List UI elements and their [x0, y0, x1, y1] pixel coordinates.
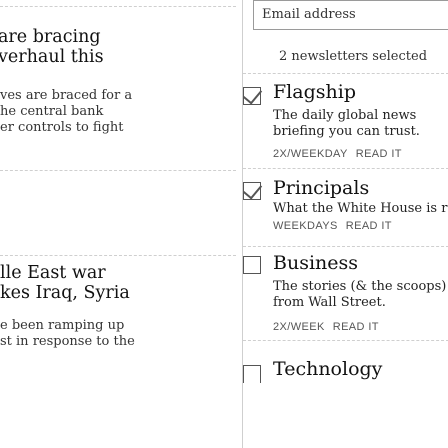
flagship-checkbox[interactable] [243, 87, 261, 105]
business-checkbox[interactable] [243, 256, 261, 274]
read-it-link[interactable]: READ IT [333, 321, 379, 333]
newsletter-description: The stories (& the scoops) from Wall Str… [273, 279, 447, 310]
email-field[interactable]: Email address [253, 0, 448, 30]
newsletter-meta: 2X/WEEKDAY READ IT [273, 148, 402, 160]
story-1-headline-line-2[interactable]: verhaul this [0, 47, 242, 67]
newsletter-frequency: WEEKDAYS [273, 220, 338, 232]
story-4-line-2: st in response to the [0, 334, 135, 349]
divider [243, 246, 448, 247]
newsletter-name[interactable]: Flagship [273, 81, 356, 103]
technology-checkbox[interactable] [243, 365, 261, 383]
story-1[interactable]: are bracing verhaul this [0, 27, 242, 67]
article-column: are bracing verhaul this ves are braced … [0, 0, 242, 448]
story-2-line-3: er controls to fight [0, 120, 124, 135]
divider [0, 6, 236, 7]
divider [0, 170, 236, 171]
newsletter-name[interactable]: Principals [273, 177, 369, 199]
story-3-headline-line-2[interactable]: kes Iraq, Syria [0, 283, 242, 303]
newsletter-meta: WEEKDAYS READ IT [273, 220, 392, 232]
newsletter-description: The daily global news briefing you can t… [273, 108, 420, 139]
story-3-headline-line-1[interactable]: lle East war [0, 263, 242, 283]
read-it-link[interactable]: READ IT [356, 148, 402, 160]
story-1-headline-line-1[interactable]: are bracing [0, 27, 242, 47]
newsletter-meta: 2X/WEEK READ IT [273, 321, 379, 333]
newsletter-name[interactable]: Technology [273, 358, 382, 380]
selected-count-status: 2 newsletters selected [279, 49, 428, 64]
newsletter-description: What the White House is reading. [273, 201, 448, 216]
story-2-line-2: he central bank [0, 104, 104, 119]
newsletter-frequency: 2X/WEEK [273, 321, 325, 333]
divider [243, 73, 448, 74]
story-4[interactable]: e been ramping up st in response to the [0, 318, 242, 350]
read-it-link[interactable]: READ IT [346, 220, 392, 232]
newsletter-frequency: 2X/WEEKDAY [273, 148, 348, 160]
divider [243, 340, 448, 341]
principals-checkbox[interactable] [243, 182, 261, 200]
divider [243, 168, 448, 169]
story-4-line-1: e been ramping up [0, 318, 125, 333]
newsletter-signup-panel: Email address 2 newsletters selected Fla… [242, 0, 448, 448]
story-2-line-1: ves are braced for a [0, 88, 133, 103]
story-2[interactable]: ves are braced for a he central bank er … [0, 88, 242, 136]
divider [0, 255, 236, 256]
newsletter-name[interactable]: Business [273, 252, 358, 274]
story-3[interactable]: lle East war kes Iraq, Syria [0, 263, 242, 303]
